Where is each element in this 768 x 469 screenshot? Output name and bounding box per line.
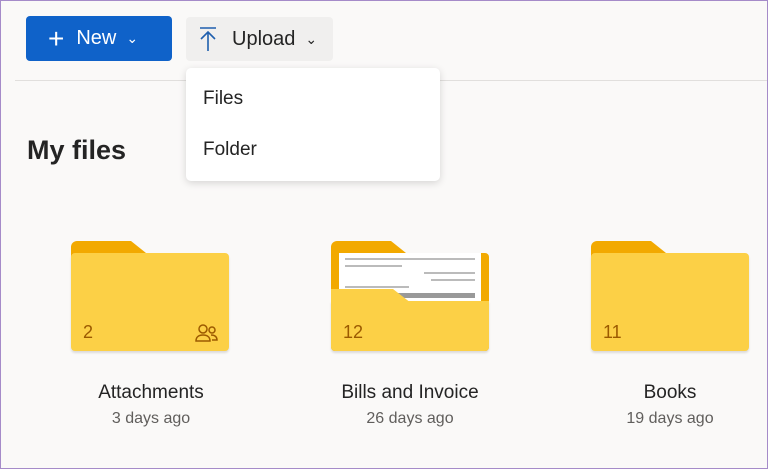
new-label: New [76, 27, 117, 49]
menu-item-folder[interactable]: Folder [203, 139, 257, 161]
shared-people-icon [195, 324, 218, 342]
item-count: 2 [83, 322, 94, 342]
folder-bills-and-invoice[interactable]: 12 [331, 241, 491, 353]
folder-name[interactable]: Books [570, 382, 768, 404]
folder-books[interactable]: 11 [591, 241, 751, 353]
folder-icon: 11 [591, 253, 749, 351]
folder-modified: 3 days ago [111, 410, 191, 427]
folder-icon: 12 [331, 301, 489, 351]
folder-name[interactable]: Bills and Invoice [310, 382, 510, 404]
plus-icon: + [48, 22, 65, 54]
folder-modified: 26 days ago [366, 410, 454, 427]
menu-item-files[interactable]: Files [203, 88, 243, 110]
page-title: My files [27, 135, 127, 165]
folder-name[interactable]: Attachments [51, 382, 251, 404]
folder-attachments[interactable]: 2 [71, 241, 231, 353]
new-button[interactable]: + New ⌄ [26, 16, 172, 61]
chevron-down-icon: ⌄ [126, 30, 139, 46]
folder-modified: 19 days ago [626, 410, 714, 427]
upload-label: Upload [232, 27, 296, 50]
folder-icon: 2 [71, 253, 229, 351]
upload-icon [200, 27, 216, 51]
upload-button[interactable]: Upload ⌄ [186, 17, 333, 61]
chevron-down-icon: ⌄ [305, 30, 318, 47]
item-count: 12 [343, 322, 364, 342]
item-count: 11 [603, 322, 622, 342]
upload-menu: Files Folder [186, 68, 440, 181]
